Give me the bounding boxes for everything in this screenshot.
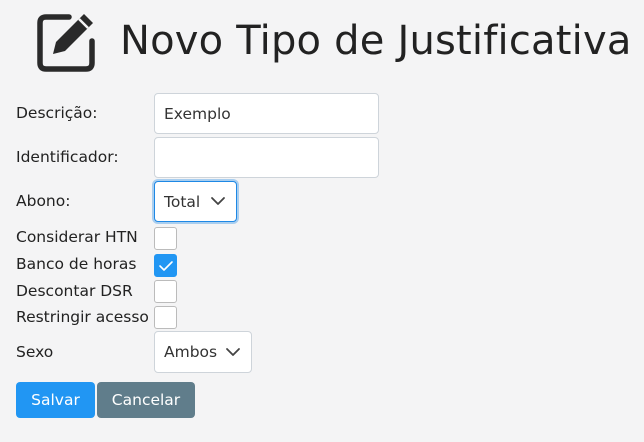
descricao-label: Descrição: [16,104,98,122]
save-button[interactable]: Salvar [16,382,95,418]
banco-de-horas-label: Banco de horas [16,255,137,273]
cancel-button[interactable]: Cancelar [97,382,195,418]
descontar-dsr-checkbox[interactable] [154,280,177,303]
page-header: Novo Tipo de Justificativa [0,0,644,80]
abono-select[interactable]: Total [154,181,237,222]
edit-icon [37,14,95,72]
chevron-down-icon [211,197,225,205]
page-title: Novo Tipo de Justificativa [120,18,632,64]
sexo-select[interactable]: Ambos [154,331,252,373]
identificador-label: Identificador: [16,148,119,166]
chevron-down-icon [226,348,240,356]
considerar-htn-checkbox[interactable] [154,227,177,250]
restringir-acesso-checkbox[interactable] [154,306,177,329]
sexo-label: Sexo [16,343,54,361]
sexo-selected-value: Ambos [164,343,218,361]
banco-de-horas-checkbox[interactable] [154,254,177,277]
descontar-dsr-label: Descontar DSR [16,282,133,300]
considerar-htn-label: Considerar HTN [16,228,138,246]
abono-label: Abono: [16,192,71,210]
identificador-input[interactable] [154,137,379,178]
abono-selected-value: Total [164,193,201,211]
check-icon [159,261,173,271]
restringir-acesso-label: Restringir acesso [16,308,149,326]
descricao-input[interactable] [154,93,379,134]
